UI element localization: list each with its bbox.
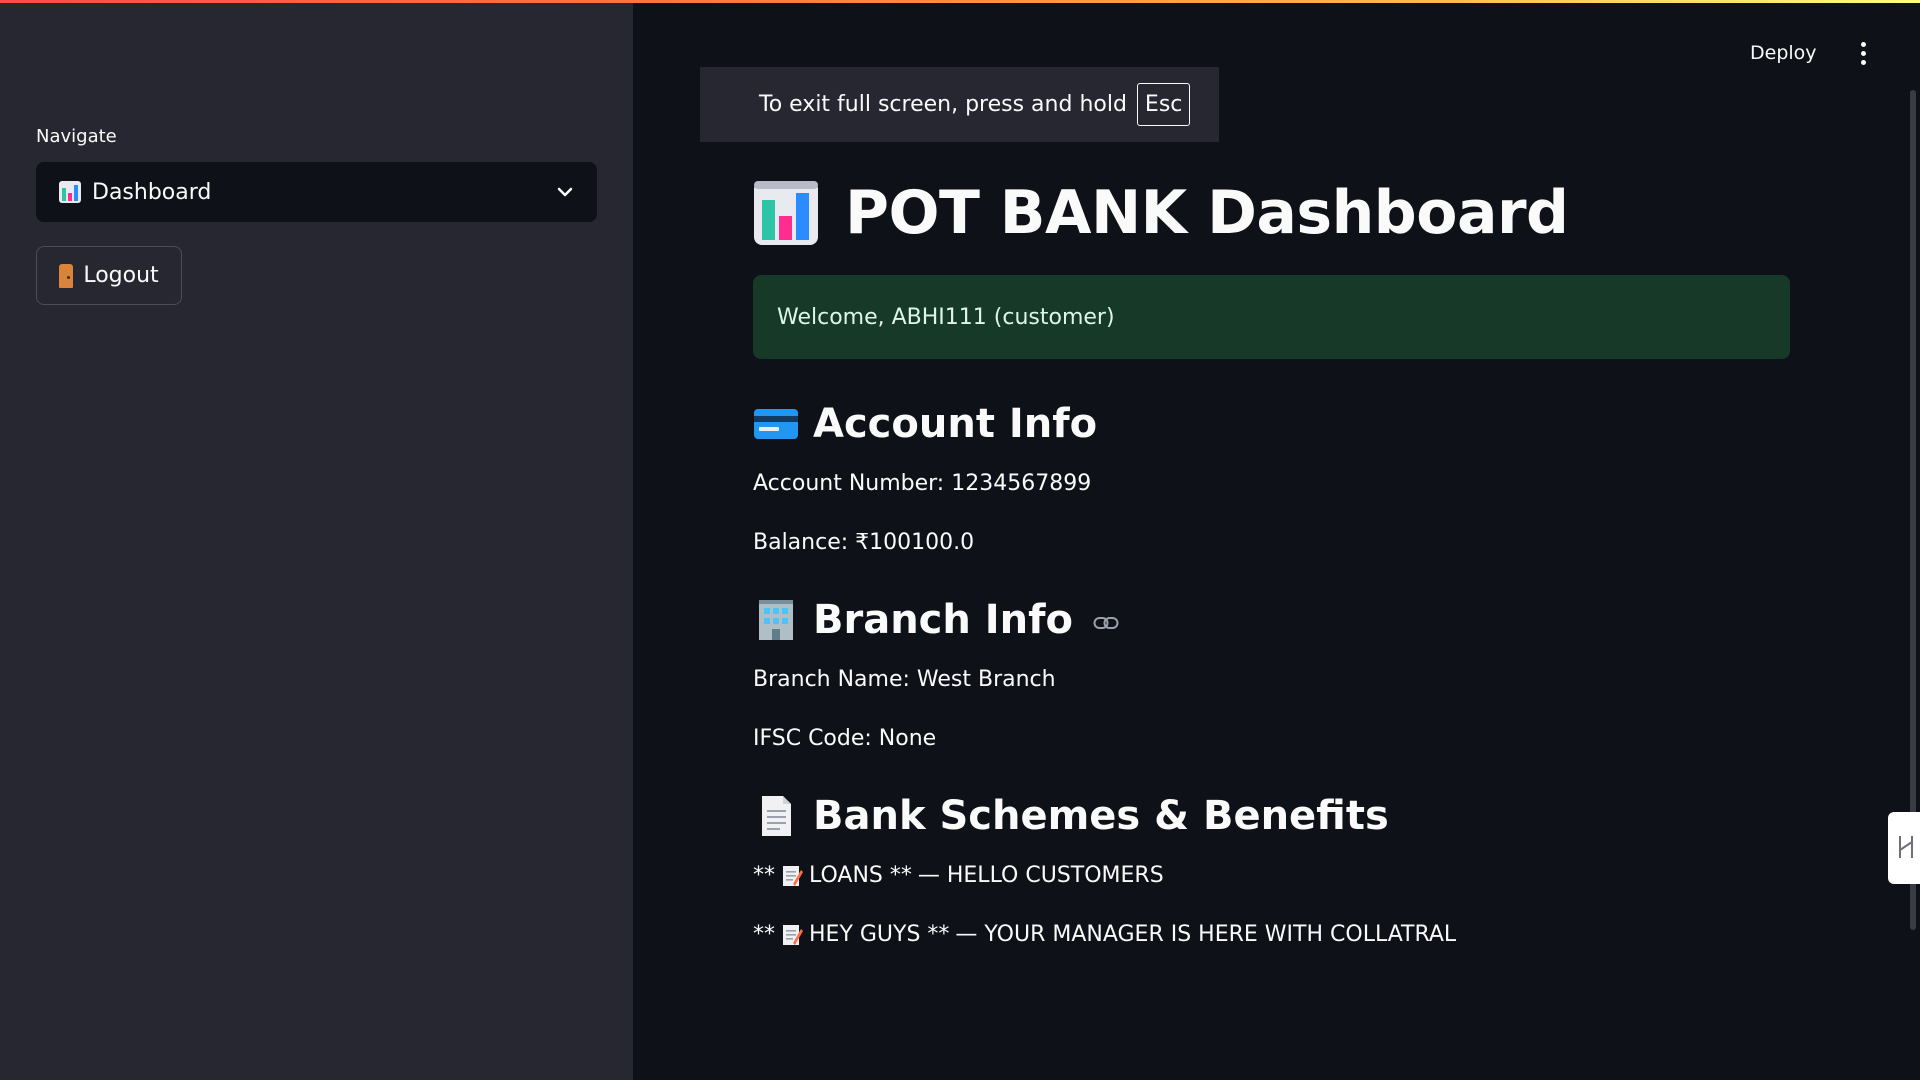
collapse-arrows-icon: [1899, 836, 1913, 858]
branch-info-heading-text: Branch Info: [813, 597, 1074, 643]
bar-chart-icon: [59, 181, 81, 203]
scheme-description: — YOUR MANAGER IS HERE WITH COLLATRAL: [955, 922, 1457, 947]
memo-icon: [783, 865, 803, 886]
scheme-item: ** LOANS ** — HELLO CUSTOMERS: [753, 863, 1790, 888]
sidebar: Navigate Dashboard Logout: [0, 0, 633, 1080]
fullscreen-notice: To exit full screen, press and hold Esc: [700, 67, 1219, 142]
scheme-prefix: **: [753, 922, 775, 947]
chevron-down-icon: [557, 187, 573, 197]
branch-info-heading: Branch Info: [753, 597, 1790, 643]
account-info-heading: Account Info: [753, 401, 1790, 447]
welcome-alert: Welcome, ABHI111 (customer): [753, 275, 1790, 359]
document-icon: [762, 796, 791, 836]
memo-icon: [783, 924, 803, 945]
bar-chart-icon: [754, 181, 818, 245]
logout-button[interactable]: Logout: [36, 246, 182, 305]
scheme-description: — HELLO CUSTOMERS: [917, 863, 1164, 888]
scheme-title: HEY GUYS **: [809, 922, 950, 947]
main-scrollbar[interactable]: [1910, 90, 1916, 930]
deploy-button[interactable]: Deploy: [1750, 42, 1817, 64]
selected-page-text: Dashboard: [92, 179, 212, 205]
navigate-select[interactable]: Dashboard: [36, 162, 597, 222]
scheme-prefix: **: [753, 863, 775, 888]
page-title-row: POT BANK Dashboard: [753, 170, 1790, 256]
ifsc-code-text: IFSC Code: None: [753, 726, 937, 751]
schemes-heading-text: Bank Schemes & Benefits: [813, 793, 1389, 839]
esc-key-label: Esc: [1136, 83, 1191, 126]
logout-label: Logout: [83, 263, 159, 288]
link-icon[interactable]: [1093, 615, 1119, 631]
branch-name-text: Branch Name: West Branch: [753, 667, 1056, 692]
credit-card-icon: [754, 409, 798, 439]
scheme-item: ** HEY GUYS ** — YOUR MANAGER IS HERE WI…: [753, 922, 1790, 947]
navigate-label: Navigate: [36, 126, 117, 147]
office-building-icon: [759, 600, 793, 640]
account-info-heading-text: Account Info: [813, 401, 1098, 447]
main-menu-icon[interactable]: [1855, 42, 1871, 66]
schemes-heading: Bank Schemes & Benefits: [753, 793, 1790, 839]
welcome-text: Welcome, ABHI111 (customer): [777, 304, 1115, 330]
page-title: POT BANK Dashboard: [845, 178, 1569, 248]
side-panel-toggle[interactable]: [1888, 812, 1920, 884]
door-icon: [59, 263, 74, 288]
balance-text: Balance: ₹100100.0: [753, 530, 975, 555]
account-number-text: Account Number: 1234567899: [753, 471, 1092, 496]
main-content: POT BANK Dashboard Welcome, ABHI111 (cus…: [753, 170, 1790, 947]
top-decoration-stripe: [0, 0, 1920, 3]
fullscreen-notice-text: To exit full screen, press and hold: [759, 92, 1127, 117]
scheme-title: LOANS **: [809, 863, 912, 888]
